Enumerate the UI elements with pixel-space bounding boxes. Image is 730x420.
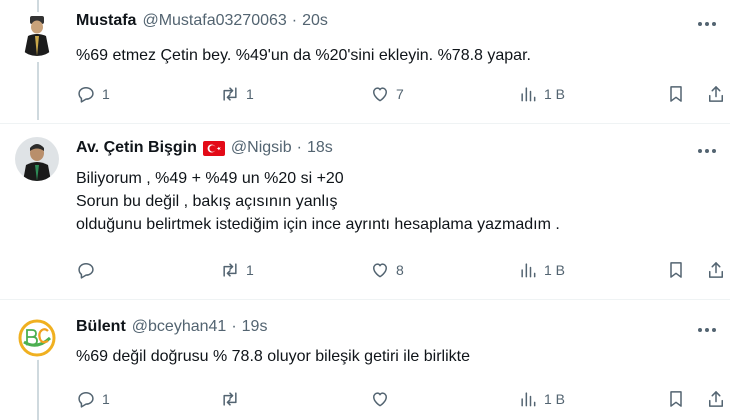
heart-icon xyxy=(373,263,387,278)
tweet-text-line: olduğunu belirtmek istediğim için ince a… xyxy=(76,216,560,233)
more-icon[interactable] xyxy=(698,141,716,161)
views-button[interactable]: 1 B xyxy=(518,84,565,104)
more-icon[interactable] xyxy=(698,320,716,340)
bookmark-button[interactable] xyxy=(666,260,686,280)
views-icon xyxy=(521,263,536,278)
tweet-text: %69 etmez Çetin bey. %49'un da %20'sini … xyxy=(76,44,706,67)
timestamp[interactable]: 20s xyxy=(302,12,328,30)
tweet-text-line: Sorun bu değil , bakış açısının yanlış xyxy=(76,193,338,210)
bookmark-icon xyxy=(670,86,682,102)
bookmark-button[interactable] xyxy=(666,84,686,104)
reply-button[interactable]: 1 xyxy=(76,389,110,409)
views-button[interactable]: 1 B xyxy=(518,389,565,409)
share-icon xyxy=(709,391,723,407)
share-button[interactable] xyxy=(706,84,726,104)
like-count: 8 xyxy=(396,262,404,278)
tweet-3[interactable]: Bülent @bceyhan41 · 19s %69 değil doğrus… xyxy=(0,300,730,420)
user-handle[interactable]: @Mustafa03270063 xyxy=(142,12,286,30)
bookmark-icon xyxy=(670,391,682,407)
tweet-actions: 1 1 B xyxy=(76,389,726,411)
views-button[interactable]: 1 B xyxy=(518,260,565,280)
bookmark-button[interactable] xyxy=(666,389,686,409)
display-name[interactable]: Mustafa xyxy=(76,12,136,30)
tweet-text-line: %69 etmez Çetin bey. %49'un da %20'sini … xyxy=(76,47,531,64)
retweet-icon xyxy=(223,392,237,406)
retweet-icon xyxy=(223,87,237,101)
tweet-actions: 1 8 1 B xyxy=(76,260,726,282)
retweet-button[interactable]: 1 xyxy=(220,84,254,104)
tweet-text-line: Biliyorum , %49 + %49 un %20 si +20 xyxy=(76,170,344,187)
reply-count: 1 xyxy=(102,86,110,102)
tweet-text-line: %69 değil doğrusu % 78.8 oluyor bileşik … xyxy=(76,348,470,365)
bookmark-icon xyxy=(670,262,682,278)
tweet-actions: 1 1 7 1 B xyxy=(76,84,726,106)
tweet-header: Av. Çetin Bişgin @Nigsib · 18s xyxy=(76,139,333,157)
share-button[interactable] xyxy=(706,389,726,409)
turkey-flag-icon xyxy=(202,140,225,156)
views-icon xyxy=(521,87,536,102)
view-count: 1 B xyxy=(544,86,566,102)
like-button[interactable] xyxy=(370,389,396,409)
heart-icon xyxy=(373,392,387,407)
timestamp[interactable]: 19s xyxy=(242,318,268,336)
user-handle[interactable]: @Nigsib xyxy=(231,139,292,157)
timestamp[interactable]: 18s xyxy=(307,139,333,157)
avatar[interactable] xyxy=(15,137,59,181)
separator-dot: · xyxy=(296,139,302,156)
tweet-2[interactable]: Av. Çetin Bişgin @Nigsib · 18s Biliyorum… xyxy=(0,124,730,299)
view-count: 1 B xyxy=(544,262,566,278)
reply-icon xyxy=(78,87,94,103)
reply-count: 1 xyxy=(102,391,110,407)
like-button[interactable]: 8 xyxy=(370,260,404,280)
tweet-1[interactable]: Mustafa @Mustafa03270063 · 20s %69 etmez… xyxy=(0,0,730,123)
avatar[interactable] xyxy=(15,316,59,360)
views-icon xyxy=(521,392,536,407)
thread-line xyxy=(37,358,39,420)
retweet-button[interactable]: 1 xyxy=(220,260,254,280)
tweet-text: Biliyorum , %49 + %49 un %20 si +20 Soru… xyxy=(76,167,706,236)
reply-icon xyxy=(78,392,94,408)
more-icon[interactable] xyxy=(698,14,716,34)
view-count: 1 B xyxy=(544,391,566,407)
like-button[interactable]: 7 xyxy=(370,84,404,104)
display-name[interactable]: Bülent xyxy=(76,318,126,336)
share-button[interactable] xyxy=(706,260,726,280)
reply-icon xyxy=(78,263,94,279)
retweet-count: 1 xyxy=(246,86,254,102)
tweet-header: Bülent @bceyhan41 · 19s xyxy=(76,318,267,336)
share-icon xyxy=(709,86,723,102)
tweet-text: %69 değil doğrusu % 78.8 oluyor bileşik … xyxy=(76,345,706,368)
share-icon xyxy=(709,262,723,278)
retweet-count: 1 xyxy=(246,262,254,278)
separator-dot: · xyxy=(291,12,298,29)
user-handle[interactable]: @bceyhan41 xyxy=(132,318,227,336)
like-count: 7 xyxy=(396,86,404,102)
separator-dot: · xyxy=(231,318,237,335)
retweet-icon xyxy=(223,263,237,277)
reply-button[interactable]: 1 xyxy=(76,84,110,104)
reply-button[interactable] xyxy=(76,260,102,280)
display-name[interactable]: Av. Çetin Bişgin xyxy=(76,139,197,157)
avatar[interactable] xyxy=(15,12,59,56)
heart-icon xyxy=(373,87,387,102)
tweet-header: Mustafa @Mustafa03270063 · 20s xyxy=(76,12,328,30)
retweet-button[interactable] xyxy=(220,389,246,409)
